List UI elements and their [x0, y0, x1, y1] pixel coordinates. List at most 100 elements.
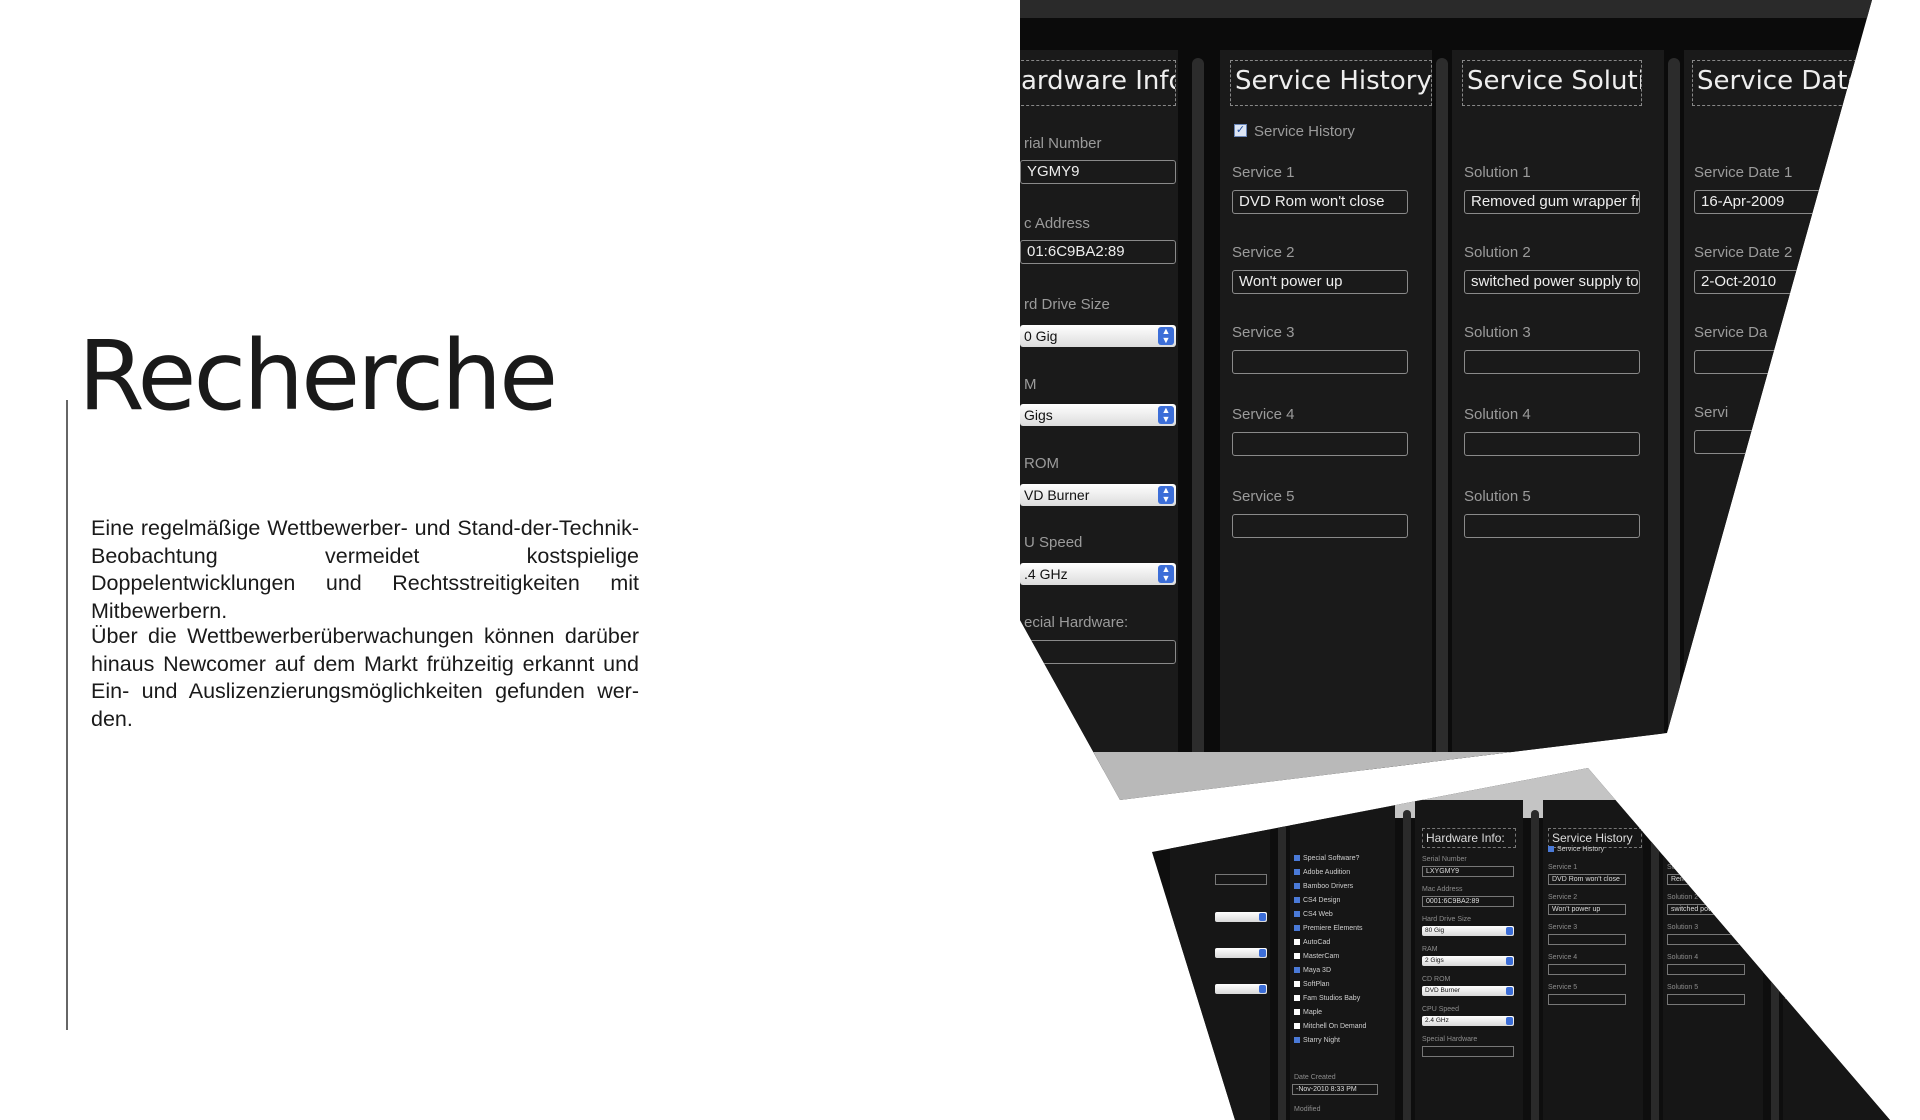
mini-service-label: Service 4: [1548, 954, 1578, 961]
mini-service-date-field[interactable]: [1785, 988, 1845, 999]
software-checkbox[interactable]: CS4 Web: [1294, 911, 1333, 918]
software-checkbox[interactable]: Maple: [1294, 1009, 1322, 1016]
solution-1-field[interactable]: Removed gum wrapper fr...: [1464, 190, 1640, 214]
vertical-divider-line: [66, 400, 68, 1030]
software-checkbox[interactable]: Bamboo Drivers: [1294, 883, 1353, 890]
service-date-4-label: Servi: [1694, 404, 1729, 421]
mini-solution-field[interactable]: [1667, 964, 1745, 975]
mac-address-field[interactable]: 01:6C9BA2:89: [1020, 240, 1176, 264]
software-label: MasterCam: [1303, 953, 1340, 960]
mini-serial-label: Serial Number: [1422, 856, 1467, 863]
software-checkbox[interactable]: SoftPlan: [1294, 981, 1329, 988]
stepper-arrows-icon: ▲ ▼: [1158, 486, 1174, 504]
screenshot-service-app-bottom: Special Software? Adobe Audition Bamboo D…: [1152, 768, 1890, 1120]
service-2-field[interactable]: Won't power up: [1232, 270, 1408, 294]
service-date-2-field[interactable]: 2-Oct-2010: [1694, 270, 1864, 294]
mini-service-field[interactable]: DVD Rom won't close: [1548, 874, 1626, 885]
service-date-1-label: Service Date 1: [1694, 164, 1793, 181]
special-hardware-field[interactable]: [1020, 640, 1176, 664]
service-5-field[interactable]: [1232, 514, 1408, 538]
mini-service-field[interactable]: Won't power up: [1548, 904, 1626, 915]
software-checkbox[interactable]: Starry Night: [1294, 1037, 1340, 1044]
mini-scrollbar[interactable]: [1531, 810, 1539, 1120]
software-label: Starry Night: [1303, 1037, 1340, 1044]
date-created-field[interactable]: -Nov-2010 8:33 PM: [1292, 1084, 1378, 1095]
column-scrollbar[interactable]: [1192, 58, 1204, 768]
service-solutions-header: Service Solutions:: [1462, 60, 1642, 106]
cpu-speed-value: .4 GHz: [1024, 566, 1068, 582]
software-checkbox[interactable]: Maya 3D: [1294, 967, 1331, 974]
mini-select[interactable]: [1215, 984, 1267, 994]
service-date-3-field[interactable]: [1694, 350, 1864, 374]
mini-solution-field[interactable]: switched power supply to: [1667, 904, 1745, 915]
mini-service-history-check[interactable]: Service History: [1548, 846, 1604, 853]
service-3-label: Service 3: [1232, 324, 1295, 341]
mini-solution-field[interactable]: [1667, 994, 1745, 1005]
mini-rom-select[interactable]: DVD Burner: [1422, 986, 1514, 996]
mini-select[interactable]: [1215, 948, 1267, 958]
hard-drive-size-select[interactable]: 0 Gig ▲ ▼: [1020, 325, 1176, 347]
window-toolbar: [1020, 0, 1872, 18]
mini-special-hardware-label: Special Hardware: [1422, 1036, 1478, 1043]
mini-hdd-select[interactable]: 80 Gig: [1422, 926, 1514, 936]
mini-scrollbar[interactable]: [1278, 810, 1286, 1120]
service-history-header: Service History: [1230, 60, 1432, 106]
hard-drive-size-value: 0 Gig: [1024, 328, 1058, 344]
mini-select[interactable]: [1215, 912, 1267, 922]
special-hardware-label: ecial Hardware:: [1024, 614, 1129, 631]
software-checkbox[interactable]: Adobe Audition: [1294, 869, 1350, 876]
ram-select[interactable]: Gigs ▲ ▼: [1020, 404, 1176, 426]
hardware-info-header: ardware Info:: [1020, 60, 1176, 106]
service-1-field[interactable]: DVD Rom won't close: [1232, 190, 1408, 214]
cd-rom-select[interactable]: VD Burner ▲ ▼: [1020, 484, 1176, 506]
mini-service-history-header: Service History: [1548, 828, 1642, 848]
software-label: Fam Studios Baby: [1303, 995, 1361, 1002]
mini-scrollbar[interactable]: [1403, 810, 1411, 1120]
mini-field[interactable]: [1215, 874, 1267, 885]
mini-special-hardware-field[interactable]: [1422, 1046, 1514, 1057]
solution-3-field[interactable]: [1464, 350, 1640, 374]
date-created-label: Date Created: [1294, 1074, 1336, 1081]
mini-solution-field[interactable]: [1667, 934, 1745, 945]
mini-left-column: [1170, 800, 1270, 1120]
mini-serial-field[interactable]: LXYGMY9: [1422, 866, 1514, 877]
mini-cpu-select[interactable]: 2.4 GHz: [1422, 1016, 1514, 1026]
serial-number-field[interactable]: YGMY9: [1020, 160, 1176, 184]
service-4-field[interactable]: [1232, 432, 1408, 456]
software-label: CS4 Web: [1303, 911, 1333, 918]
mini-service-field[interactable]: [1548, 994, 1626, 1005]
page-title: Recherche: [78, 320, 558, 432]
mini-scrollbar[interactable]: [1651, 810, 1659, 1120]
column-scrollbar[interactable]: [1668, 58, 1680, 768]
mini-service-label: Service 5: [1548, 984, 1578, 991]
software-checkbox[interactable]: Mitchell On Demand: [1294, 1023, 1366, 1030]
mini-solution-field[interactable]: Removed gum: [1667, 874, 1745, 885]
special-software-check[interactable]: Special Software?: [1294, 855, 1359, 862]
mini-service-field[interactable]: [1548, 964, 1626, 975]
service-date-1-field[interactable]: 16-Apr-2009: [1694, 190, 1864, 214]
ram-label: M: [1024, 376, 1037, 393]
mini-service-field[interactable]: [1548, 934, 1626, 945]
software-checkbox[interactable]: Fam Studios Baby: [1294, 995, 1360, 1002]
solution-5-field[interactable]: [1464, 514, 1640, 538]
mini-service-label: Service 2: [1548, 894, 1578, 901]
mini-software-column: [1290, 800, 1395, 1120]
mini-scrollbar[interactable]: [1771, 810, 1779, 1120]
software-checkbox[interactable]: Premiere Elements: [1294, 925, 1363, 932]
solution-4-field[interactable]: [1464, 432, 1640, 456]
software-checkbox[interactable]: CS4 Design: [1294, 897, 1340, 904]
service-history-checkbox[interactable]: ✓: [1234, 124, 1247, 137]
software-checkbox[interactable]: MasterCam: [1294, 953, 1339, 960]
software-label: AutoCad: [1303, 939, 1331, 946]
column-scrollbar[interactable]: [1436, 58, 1448, 768]
mini-mac-field[interactable]: 0001:6C9BA2:89: [1422, 896, 1514, 907]
hard-drive-size-label: rd Drive Size: [1024, 296, 1110, 313]
mac-address-label: c Address: [1024, 215, 1090, 232]
solution-2-field[interactable]: switched power supply to 115: [1464, 270, 1640, 294]
software-checkbox[interactable]: AutoCad: [1294, 939, 1330, 946]
service-1-label: Service 1: [1232, 164, 1295, 181]
service-date-4-field[interactable]: [1694, 430, 1864, 454]
mini-ram-select[interactable]: 2 Gigs: [1422, 956, 1514, 966]
cpu-speed-select[interactable]: .4 GHz ▲ ▼: [1020, 563, 1176, 585]
service-3-field[interactable]: [1232, 350, 1408, 374]
